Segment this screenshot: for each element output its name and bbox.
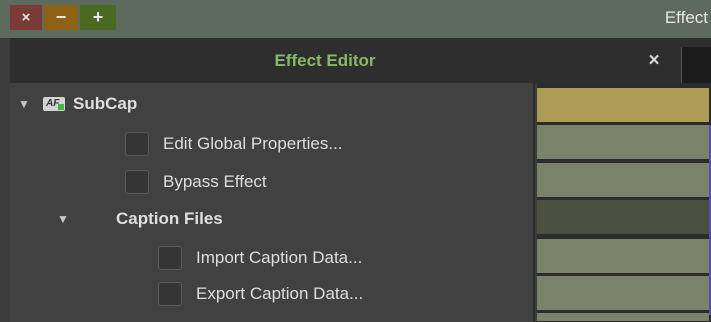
bypass-effect-label: Bypass Effect bbox=[163, 171, 267, 191]
export-caption-data-label: Export Caption Data... bbox=[196, 283, 364, 303]
track-cell-bypass-effect[interactable] bbox=[537, 163, 709, 198]
track-cell-edit-global-properties[interactable] bbox=[537, 125, 709, 160]
window-titlebar: × − + Effect bbox=[0, 0, 711, 38]
tree-row-export-caption-data[interactable]: Export Caption Data... bbox=[10, 275, 535, 312]
bypass-effect-checkbox[interactable] bbox=[125, 169, 149, 194]
tree-row-edit-global-properties[interactable]: Edit Global Properties... bbox=[10, 125, 535, 162]
tree-row-bypass-effect[interactable]: Bypass Effect bbox=[10, 163, 535, 200]
effect-badge-text: AF bbox=[46, 97, 60, 109]
edit-global-properties-checkbox[interactable] bbox=[125, 131, 149, 156]
parameter-tree: ▼ AF SubCap Edit Global Properties... By… bbox=[10, 83, 535, 322]
track-cell-caption-files[interactable] bbox=[537, 200, 709, 235]
expand-triangle-icon[interactable]: ▼ bbox=[57, 212, 69, 226]
effect-editor-title: Effect Editor bbox=[274, 51, 376, 70]
track-cell-next[interactable] bbox=[537, 313, 709, 322]
tree-row-effect[interactable]: ▼ AF SubCap bbox=[10, 85, 535, 122]
effect-editor-header: Effect Editor × bbox=[10, 38, 711, 83]
track-cell-export-caption-data[interactable] bbox=[537, 276, 709, 311]
tree-row-import-caption-data[interactable]: Import Caption Data... bbox=[10, 239, 535, 276]
window-title: Effect bbox=[664, 8, 708, 27]
import-caption-data-label: Import Caption Data... bbox=[196, 247, 363, 267]
import-caption-data-checkbox[interactable] bbox=[158, 245, 182, 270]
caption-files-group-label: Caption Files bbox=[116, 208, 223, 228]
close-icon[interactable]: × bbox=[642, 48, 666, 74]
track-cell-effect[interactable] bbox=[537, 88, 709, 123]
track-cell-import-caption-data[interactable] bbox=[537, 239, 709, 274]
effect-name: SubCap bbox=[73, 93, 138, 113]
expand-triangle-icon[interactable]: ▼ bbox=[18, 97, 30, 111]
keyframe-track-strip bbox=[537, 83, 711, 322]
header-tab-edge bbox=[681, 47, 711, 83]
edit-global-properties-label: Edit Global Properties... bbox=[163, 133, 343, 153]
effect-badge-icon: AF bbox=[43, 96, 65, 111]
tree-row-caption-files[interactable]: ▼ Caption Files bbox=[10, 200, 535, 237]
export-caption-data-checkbox[interactable] bbox=[158, 281, 182, 306]
